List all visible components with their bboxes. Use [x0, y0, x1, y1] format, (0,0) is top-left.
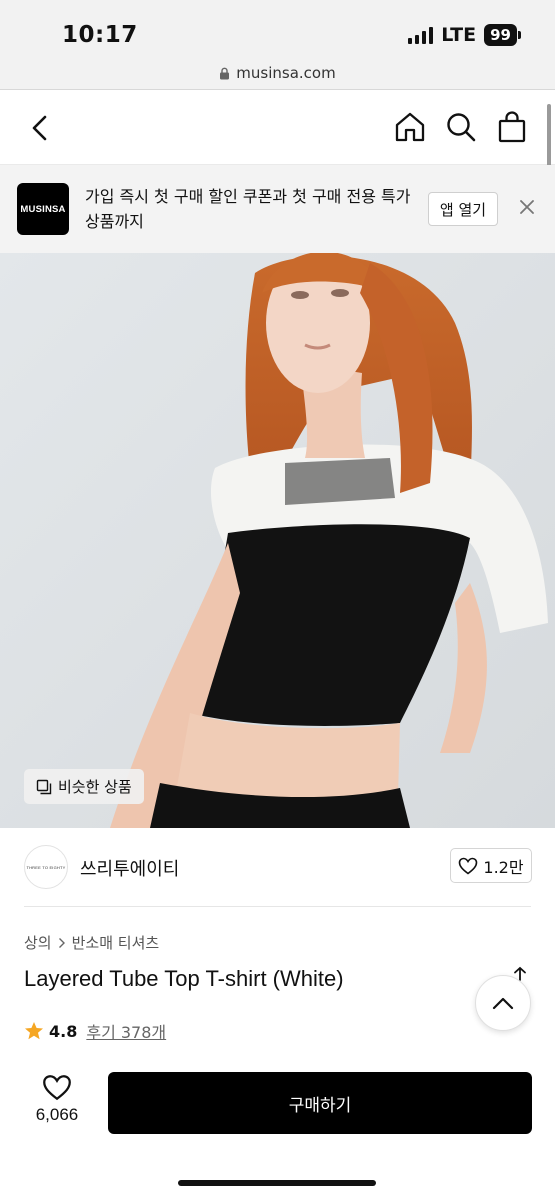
similar-products-button[interactable]: 비슷한 상품 — [24, 769, 144, 804]
product-image[interactable] — [0, 253, 555, 828]
site-header — [0, 90, 555, 164]
home-icon[interactable] — [394, 111, 426, 143]
rating-row: 4.8 후기 378개 — [24, 1019, 166, 1043]
chevron-up-icon — [492, 997, 514, 1010]
rating-value: 4.8 — [49, 1021, 78, 1041]
chevron-right-icon — [58, 937, 65, 948]
divider — [24, 906, 531, 907]
app-install-banner: MUSINSA 가입 즉시 첫 구매 할인 쿠폰과 첫 구매 전용 특가 상품까… — [0, 165, 555, 253]
reviews-link[interactable]: 후기 378개 — [86, 1019, 166, 1043]
signal-icon — [408, 26, 434, 44]
banner-message: 가입 즉시 첫 구매 할인 쿠폰과 첫 구매 전용 특가 상품까지 — [85, 187, 411, 231]
breadcrumb-item[interactable]: 상의 — [24, 932, 52, 953]
status-indicators: LTE 99 — [408, 24, 521, 46]
brand-row: THREE TO EIGHTY 쓰리투에이티 1.2만 — [0, 828, 555, 908]
model-photo — [0, 253, 555, 828]
status-bar: 10:17 LTE 99 — [0, 0, 555, 56]
network-type: LTE — [441, 24, 477, 46]
home-indicator — [178, 1180, 376, 1186]
brand-name[interactable]: 쓰리투에이티 — [80, 855, 179, 881]
musinsa-logo: MUSINSA — [17, 183, 69, 235]
status-time: 10:17 — [62, 22, 138, 48]
url-text: musinsa.com — [236, 64, 336, 82]
close-icon[interactable] — [520, 200, 534, 214]
similar-icon — [36, 779, 52, 794]
heart-icon — [43, 1075, 71, 1101]
battery-icon: 99 — [484, 24, 521, 46]
similar-products-label: 비슷한 상품 — [58, 778, 132, 796]
star-icon — [25, 1022, 43, 1040]
heart-icon — [459, 857, 478, 875]
address-bar[interactable]: musinsa.com — [0, 56, 555, 90]
buy-button[interactable]: 구매하기 — [108, 1072, 532, 1134]
brand-like-button[interactable]: 1.2만 — [450, 848, 532, 883]
brand-like-count: 1.2만 — [483, 857, 524, 877]
scroll-to-top-button[interactable] — [475, 975, 531, 1031]
brand-logo[interactable]: THREE TO EIGHTY — [24, 845, 68, 889]
breadcrumb-item[interactable]: 반소매 티셔츠 — [72, 932, 160, 953]
chevron-left-icon[interactable] — [30, 114, 50, 142]
breadcrumb: 상의 반소매 티셔츠 — [24, 932, 159, 953]
lock-icon — [220, 67, 230, 79]
search-icon[interactable] — [445, 111, 477, 143]
product-title: Layered Tube Top T-shirt (White) — [24, 966, 344, 991]
open-app-button[interactable]: 앱 열기 — [428, 192, 498, 226]
wishlist-count: 6,066 — [35, 1105, 79, 1124]
wishlist-button[interactable]: 6,066 — [24, 1074, 90, 1125]
shopping-bag-icon[interactable] — [497, 110, 527, 144]
